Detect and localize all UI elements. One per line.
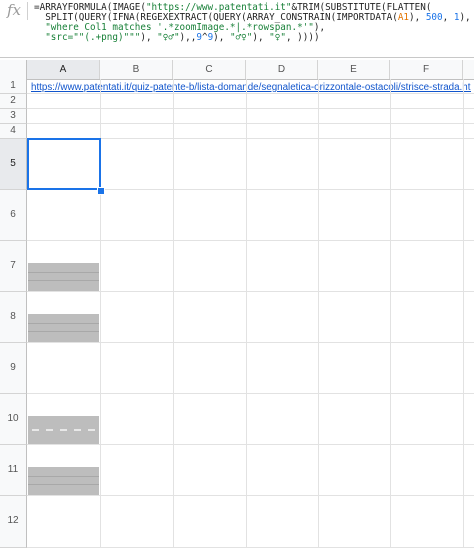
row-number: 2 (10, 95, 16, 106)
row-gridline (27, 93, 474, 94)
row-gridline (27, 291, 474, 292)
road-marking-image (28, 467, 99, 495)
lane-line (28, 331, 99, 332)
road-marking-image (28, 314, 99, 342)
column-header-e[interactable]: E (318, 60, 390, 79)
formula-token: ), (213, 32, 230, 43)
selected-cell-a5[interactable] (27, 138, 101, 190)
formula-token (34, 32, 45, 43)
column-header-a[interactable]: A (27, 60, 100, 79)
formula-token: A1 (397, 12, 410, 23)
row-header-11[interactable]: 11 (0, 445, 27, 496)
row-header-6[interactable]: 6 (0, 190, 27, 241)
row-number: 1 (10, 80, 16, 91)
column-header-overflow (463, 60, 474, 79)
row-header-4[interactable]: 4 (0, 124, 27, 139)
formula-line: "src=""(.+png)"""), "♀♂"),,9^9), "♂♀"), … (34, 33, 470, 43)
row-header-12[interactable]: 12 (0, 496, 27, 548)
row-header-3[interactable]: 3 (0, 109, 27, 124)
row-number: 3 (10, 110, 16, 121)
road-marking-image (28, 263, 99, 291)
row-header-5[interactable]: 5 (0, 139, 27, 190)
column-header-bar: ABCDEF (0, 60, 474, 80)
lane-line (28, 280, 99, 281)
lane-line (28, 476, 99, 477)
formula-token: ),, (179, 32, 197, 43)
row-gridline (27, 444, 474, 445)
column-gridline (246, 79, 247, 548)
column-header-d[interactable]: D (246, 60, 318, 79)
row-header-10[interactable]: 10 (0, 394, 27, 445)
formula-token: , )))) (285, 32, 320, 43)
row-number: 4 (10, 125, 16, 136)
dashed-lane-line (74, 429, 81, 431)
formula-bar-divider (27, 2, 28, 20)
column-gridline (463, 79, 464, 548)
row-number: 6 (10, 209, 16, 220)
dashed-lane-line (60, 429, 67, 431)
fx-icon: fx (6, 1, 21, 19)
row-header-8[interactable]: 8 (0, 292, 27, 343)
column-header-c[interactable]: C (173, 60, 246, 79)
select-all-corner[interactable] (0, 60, 27, 79)
road-surface (28, 467, 99, 495)
formula-token: 500 (425, 12, 443, 23)
row-gridline (27, 123, 474, 124)
formula-token: ), (459, 12, 471, 23)
formula-token: "♂♀" (229, 32, 253, 43)
row-number: 7 (10, 260, 16, 271)
row-gridline (27, 393, 474, 394)
row-header-2[interactable]: 2 (0, 94, 27, 109)
row-number: 12 (7, 515, 19, 526)
road-surface (28, 263, 99, 291)
row-gridline (27, 240, 474, 241)
row-number: 10 (7, 413, 19, 424)
column-header-b[interactable]: B (100, 60, 173, 79)
formula-token: ), (140, 32, 158, 43)
formula-token: "♀" (269, 32, 286, 43)
column-gridline (173, 79, 174, 548)
row-header-7[interactable]: 7 (0, 241, 27, 292)
road-marking-image (28, 416, 99, 444)
formula-input[interactable]: =ARRAYFORMULA(IMAGE("https://www.patenta… (34, 3, 471, 43)
row-header-9[interactable]: 9 (0, 343, 27, 394)
formula-token: ), (252, 32, 270, 43)
lane-line (28, 484, 99, 485)
road-surface (28, 314, 99, 342)
dashed-lane-line (32, 429, 39, 431)
lane-line (28, 272, 99, 273)
row-number: 11 (7, 464, 19, 475)
column-header-f[interactable]: F (390, 60, 463, 79)
formula-token: ), (409, 12, 426, 23)
formula-bar: fx =ARRAYFORMULA(IMAGE("https://www.pate… (0, 0, 474, 58)
formula-token: "src=""(.+png)""" (45, 32, 141, 43)
row-header-1[interactable]: 1 (0, 79, 27, 94)
spreadsheet-grid[interactable]: ABCDEF https://www.patentati.it/quiz-pat… (0, 60, 474, 548)
dashed-lane-line (46, 429, 53, 431)
row-number: 8 (10, 311, 16, 322)
fill-handle[interactable] (97, 187, 105, 195)
row-gridline (27, 108, 474, 109)
row-gridline (27, 495, 474, 496)
row-gridline (27, 342, 474, 343)
row-number: 9 (10, 362, 16, 373)
formula-token: "♀♂" (157, 32, 180, 43)
row-number: 5 (10, 158, 16, 169)
lane-line (28, 323, 99, 324)
column-gridline (318, 79, 319, 548)
formula-token: , (442, 12, 454, 23)
column-gridline (390, 79, 391, 548)
dashed-lane-line (88, 429, 95, 431)
